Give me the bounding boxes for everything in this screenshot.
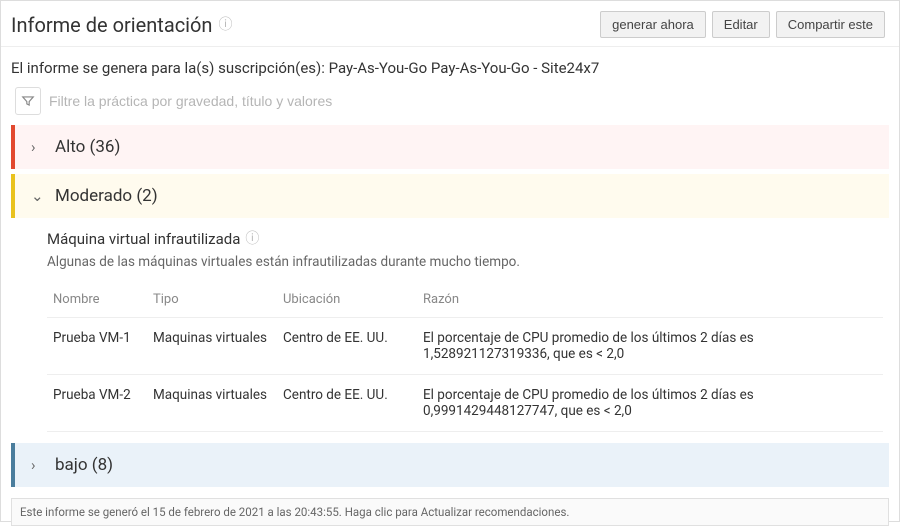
page-header: Informe de orientación ⓘ generar ahora E… (1, 1, 899, 47)
severity-group-high: › Alto (36) (11, 125, 889, 170)
chevron-right-icon: › (31, 456, 45, 474)
col-name: Nombre (47, 284, 147, 318)
severity-group-moderate: ⌄ Moderado (2) Máquina virtual infrautil… (11, 174, 889, 439)
chevron-down-icon: ⌄ (31, 187, 45, 205)
cell-type: Maquinas virtuales (147, 318, 277, 375)
filter-input[interactable] (49, 89, 887, 113)
severity-group-low: › bajo (8) (11, 443, 889, 488)
filter-bar (1, 87, 899, 125)
recommendation-title: Máquina virtual infrautilizada ⓘ (43, 226, 889, 252)
subscription-line: El informe se genera para la(s) suscripc… (1, 47, 899, 87)
group-header-high[interactable]: › Alto (36) (11, 125, 889, 169)
header-buttons: generar ahora Editar Compartir este (600, 11, 885, 38)
page-title: Informe de orientación (11, 13, 212, 37)
cell-name: Prueba VM-2 (47, 375, 147, 432)
group-header-low[interactable]: › bajo (8) (11, 443, 889, 487)
col-reason: Razón (417, 284, 883, 318)
col-type: Tipo (147, 284, 277, 318)
cell-type: Maquinas virtuales (147, 375, 277, 432)
group-header-moderate[interactable]: ⌄ Moderado (2) (11, 174, 889, 218)
cell-reason: El porcentaje de CPU promedio de los últ… (417, 318, 883, 375)
cell-location: Centro de EE. UU. (277, 318, 417, 375)
group-label: bajo (8) (55, 455, 113, 475)
cell-location: Centro de EE. UU. (277, 375, 417, 432)
vm-table: Nombre Tipo Ubicación Razón Prueba VM-1 … (47, 284, 883, 432)
group-label: Moderado (2) (55, 186, 158, 206)
col-location: Ubicación (277, 284, 417, 318)
table-row: Prueba VM-2 Maquinas virtuales Centro de… (47, 375, 883, 432)
cell-reason: El porcentaje de CPU promedio de los últ… (417, 375, 883, 432)
group-label: Alto (36) (55, 137, 120, 157)
generate-now-button[interactable]: generar ahora (600, 11, 706, 38)
info-icon[interactable]: ⓘ (245, 232, 259, 246)
filter-icon[interactable] (15, 87, 41, 115)
share-button[interactable]: Compartir este (776, 11, 885, 38)
info-icon[interactable]: ⓘ (218, 18, 232, 32)
chevron-right-icon: › (31, 138, 45, 156)
group-body-moderate: Máquina virtual infrautilizada ⓘ Algunas… (11, 218, 889, 438)
cell-name: Prueba VM-1 (47, 318, 147, 375)
table-row: Prueba VM-1 Maquinas virtuales Centro de… (47, 318, 883, 375)
recommendation-desc: Algunas de las máquinas virtuales están … (43, 252, 889, 284)
edit-button[interactable]: Editar (712, 11, 770, 38)
